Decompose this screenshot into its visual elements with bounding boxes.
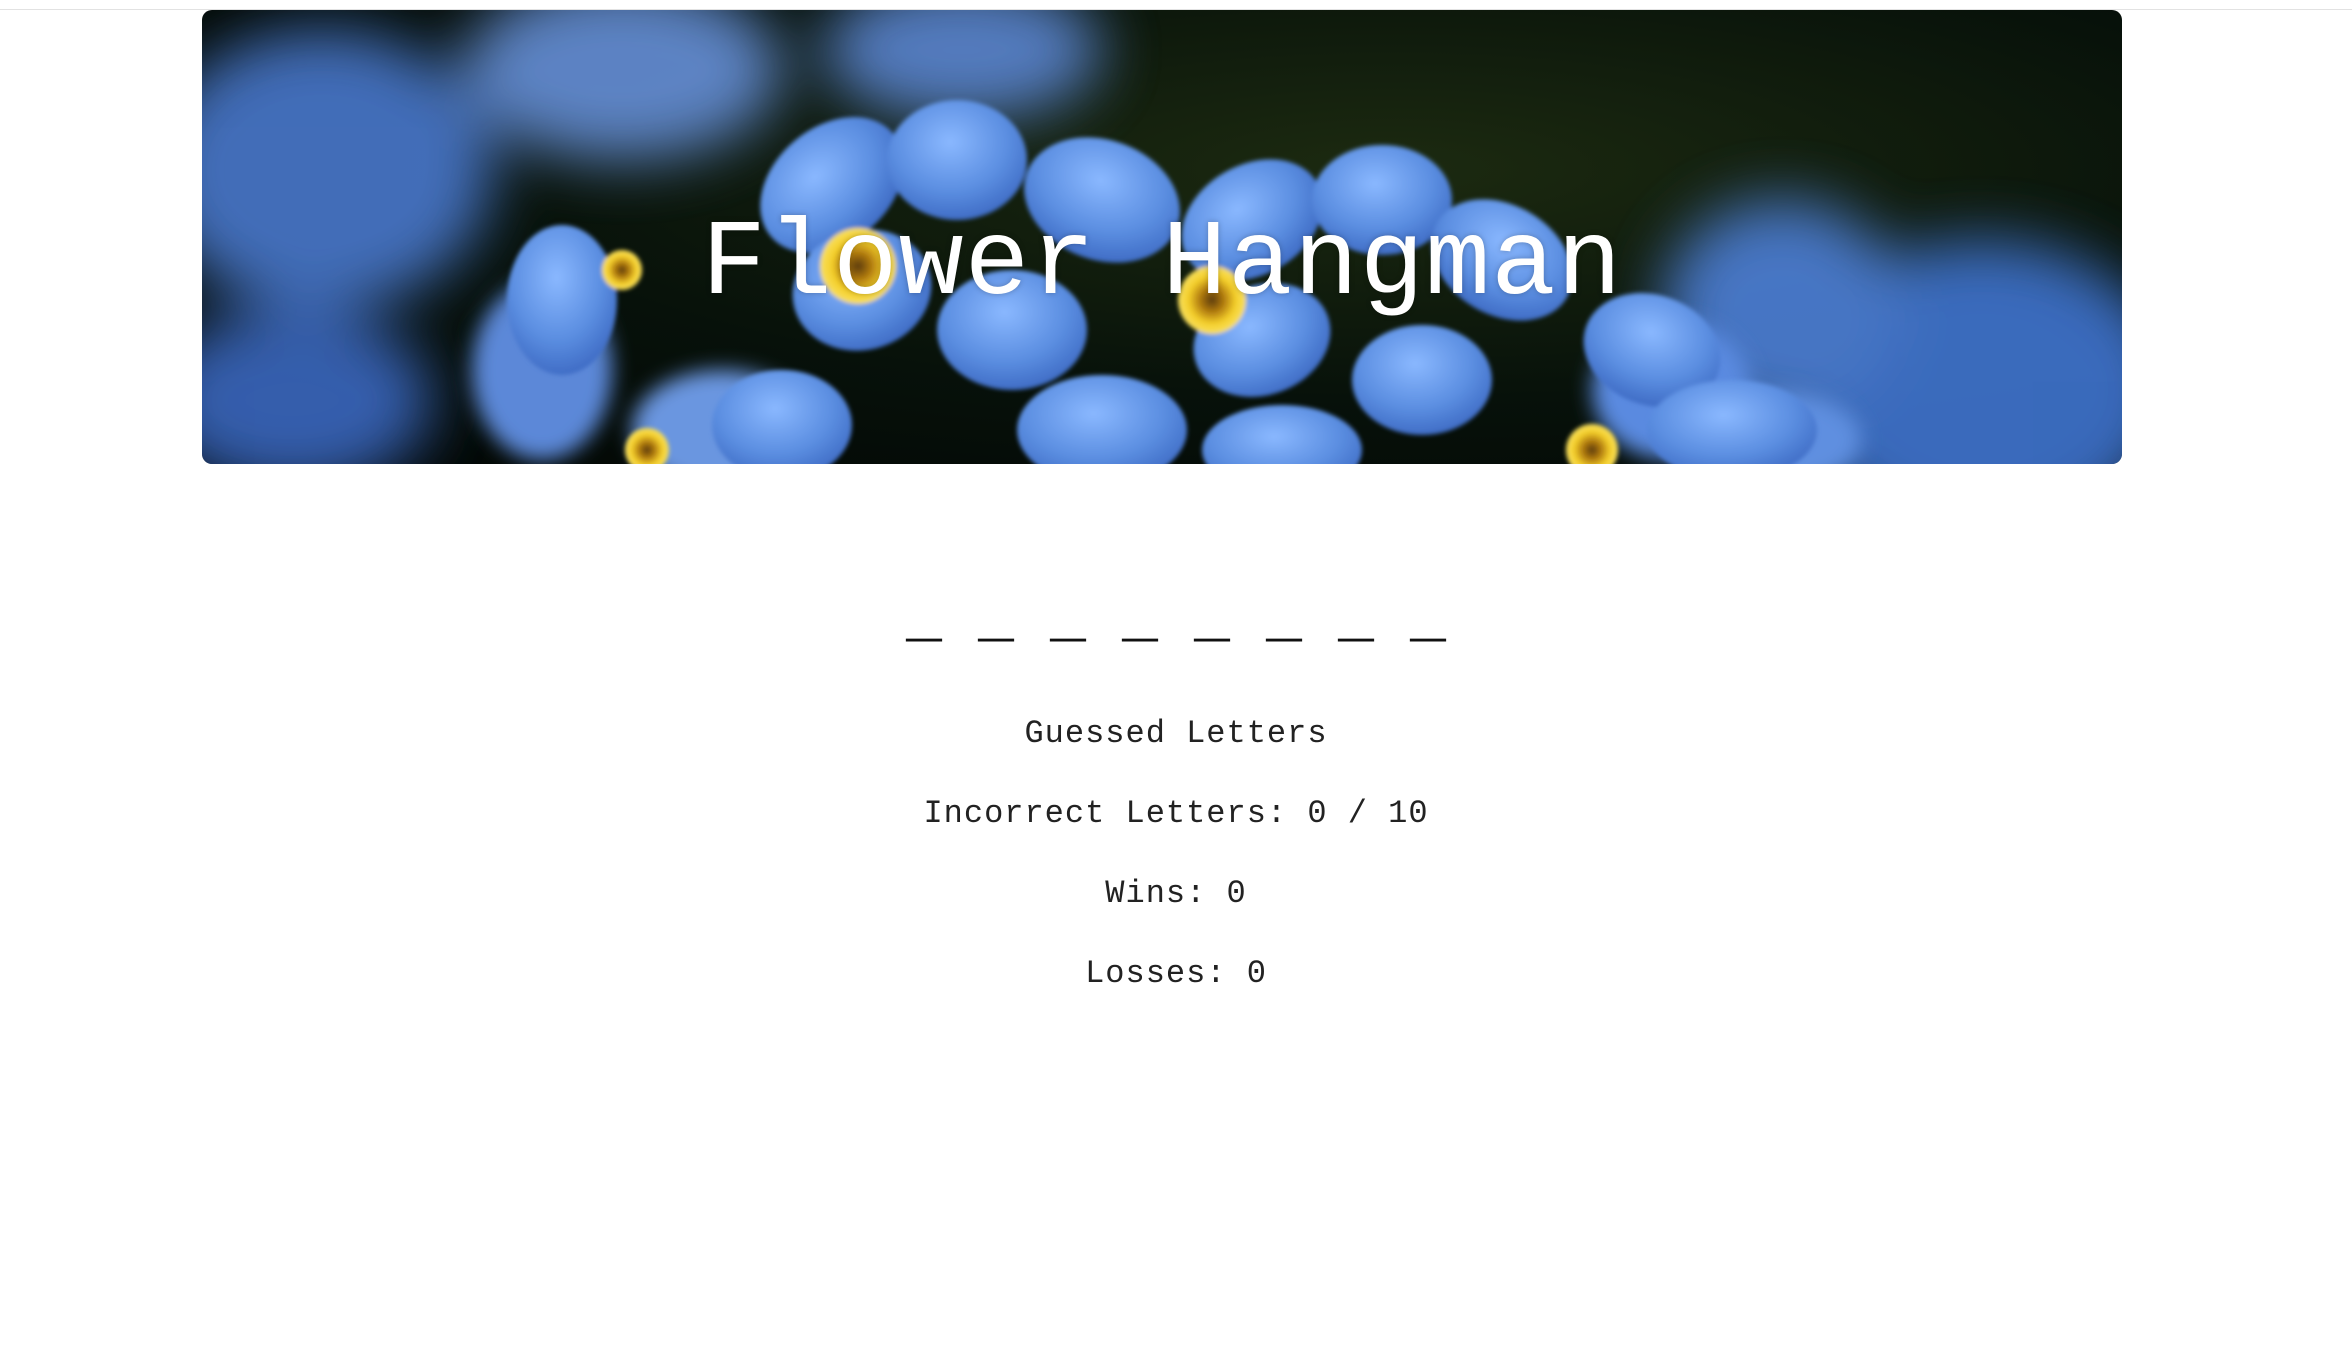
header-banner: Flower Hangman (202, 10, 2122, 464)
losses-count: Losses: 0 (1085, 955, 1267, 992)
word-blanks: _ _ _ _ _ _ _ _ (905, 586, 1447, 654)
incorrect-letters-count: Incorrect Letters: 0 / 10 (923, 795, 1429, 832)
page-title: Flower Hangman (701, 204, 1623, 326)
guessed-letters-label: Guessed Letters (1024, 715, 1328, 752)
top-border (0, 0, 2352, 10)
wins-count: Wins: 0 (1105, 875, 1247, 912)
